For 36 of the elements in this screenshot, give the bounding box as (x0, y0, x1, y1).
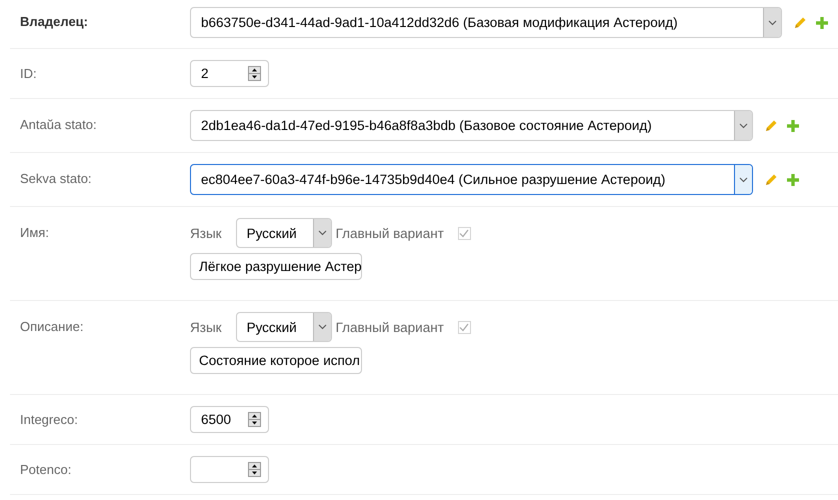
language-label: Язык (190, 320, 222, 334)
spinner-icon[interactable] (248, 462, 261, 477)
caret-icon (318, 324, 327, 330)
select-field[interactable]: 2db1ea46-da1d-47ed-9195-b46a8f8a3bdb (Базовое состояние Астероид) (190, 110, 753, 141)
spinner-icon[interactable] (248, 412, 261, 427)
pencil-icon[interactable] (765, 119, 778, 132)
field-label: Potenco: (20, 461, 72, 479)
language-select[interactable]: Русский (236, 218, 332, 248)
pencil-icon[interactable] (794, 16, 807, 29)
field-label: Владелец: (20, 13, 89, 31)
main-variant-label: Главный вариант (336, 226, 444, 240)
plus-icon[interactable] (816, 16, 828, 28)
language-label: Язык (190, 226, 222, 240)
field-label: Integreco: (20, 411, 79, 429)
field-label: Имя: (20, 224, 50, 242)
main-variant-label: Главный вариант (336, 320, 444, 334)
field-label: Antaŭa stato: (20, 116, 98, 134)
pencil-icon[interactable] (765, 173, 778, 186)
field-label: Sekva stato: (20, 170, 93, 188)
caret-icon (318, 230, 327, 236)
number-field[interactable]: 6500 (190, 406, 269, 433)
number-field[interactable]: 2 (190, 60, 269, 87)
language-select[interactable]: Русский (236, 312, 332, 342)
text-field[interactable]: Лёгкое разрушение Астер (190, 253, 362, 280)
select-field[interactable]: b663750e-d341-44ad-9ad1-10a412dd32d6 (Базовая модификация Астероид) (190, 7, 782, 38)
caret-icon (739, 176, 748, 182)
plus-icon[interactable] (787, 174, 799, 186)
caret-icon (768, 20, 777, 26)
spinner-icon[interactable] (248, 66, 261, 81)
caret-icon (739, 122, 748, 128)
number-field[interactable] (190, 456, 269, 483)
field-label: ID: (20, 65, 38, 83)
select-field[interactable]: ec804ee7-60a3-474f-b96e-14735b9d40e4 (Сильное разрушение Астероид) (190, 164, 753, 195)
plus-icon[interactable] (787, 120, 799, 132)
text-field[interactable]: Состояние которое испол (190, 347, 362, 374)
field-label: Описание: (20, 318, 84, 336)
